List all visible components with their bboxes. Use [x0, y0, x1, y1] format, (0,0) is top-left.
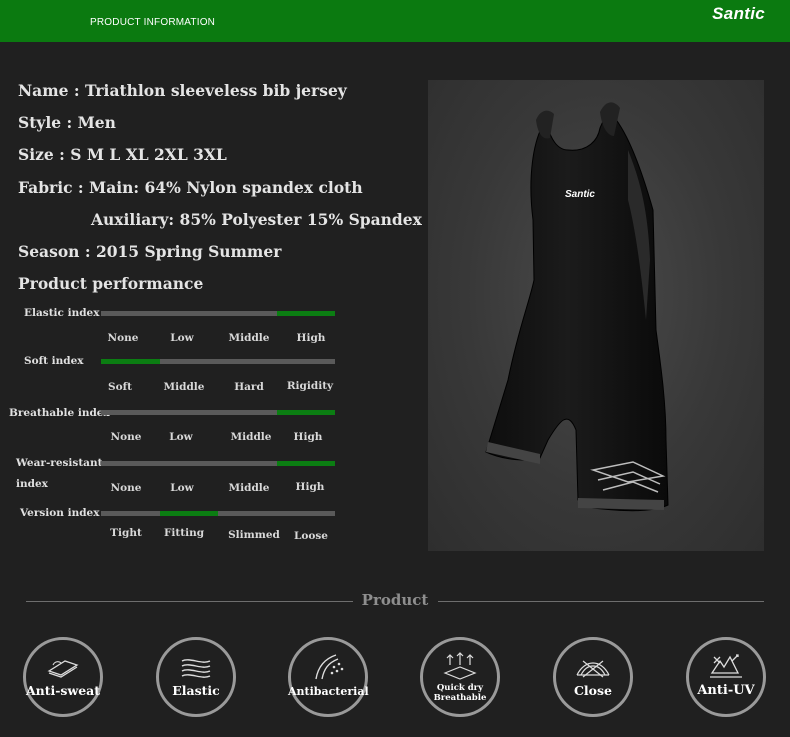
- close-fit-icon: [576, 660, 610, 678]
- feature-label: Quick dry Breathable: [420, 683, 500, 703]
- brand-logo[interactable]: Santic: [712, 4, 765, 24]
- perf-label-version: Version index: [20, 507, 100, 519]
- perf-tick: High: [296, 332, 326, 344]
- feature-label-line1: Quick dry: [436, 683, 484, 693]
- feature-antibacterial: Antibacterial: [288, 637, 369, 717]
- perf-tick: Fitting: [163, 527, 205, 539]
- anti-sweat-icon: [47, 660, 79, 678]
- spec-fabric-main: Fabric : Main: 64% Nylon spandex cloth: [18, 178, 363, 197]
- perf-tick: Soft: [108, 381, 132, 393]
- spec-style: Style : Men: [18, 113, 116, 132]
- anti-uv-icon: [710, 654, 742, 678]
- feature-close: Close: [553, 637, 633, 717]
- antibacterial-icon: [315, 654, 344, 680]
- perf-tick: Low: [170, 482, 194, 494]
- features-title: Product: [361, 591, 429, 609]
- perf-bar-fill: [276, 461, 335, 466]
- feature-label-line2: Breathable: [433, 693, 487, 703]
- perf-tick: Middle: [163, 381, 205, 393]
- perf-label-soft: Soft index: [24, 355, 84, 367]
- perf-tick: Middle: [230, 431, 272, 443]
- perf-bar-wear-resistant: [101, 461, 335, 466]
- performance-title: Product performance: [18, 274, 204, 293]
- chest-logo: Santic: [565, 189, 595, 200]
- perf-tick: Rigidity: [286, 380, 334, 392]
- perf-bar-version: [101, 511, 335, 516]
- spec-season: Season : 2015 Spring Summer: [18, 242, 282, 261]
- perf-tick: High: [293, 431, 323, 443]
- perf-tick: Hard: [234, 381, 264, 393]
- perf-tick: Low: [170, 332, 194, 344]
- spec-size: Size : S M L XL 2XL 3XL: [18, 145, 227, 164]
- feature-anti-uv: Anti-UV: [686, 637, 766, 717]
- perf-tick: Tight: [110, 527, 142, 539]
- product-photo: Santic: [428, 80, 764, 551]
- quick-dry-icon: [443, 652, 477, 680]
- perf-tick: High: [295, 481, 325, 493]
- perf-bar-fill: [276, 410, 335, 415]
- perf-tick: None: [107, 332, 139, 344]
- perf-tick: Slimmed: [228, 529, 280, 541]
- feature-label: Antibacterial: [288, 685, 369, 698]
- perf-tick: Loose: [294, 530, 328, 542]
- perf-bar-fill: [159, 511, 218, 516]
- feature-elastic: Elastic: [156, 637, 236, 717]
- perf-tick: None: [110, 431, 142, 443]
- feature-quick-dry: Quick dry Breathable: [420, 637, 500, 717]
- perf-label-wear-resistant: Wear-resistant: [16, 457, 103, 469]
- perf-bar-fill: [101, 359, 160, 364]
- perf-label-breathable: Breathable index: [9, 407, 110, 419]
- perf-bar-fill: [276, 311, 335, 316]
- feature-anti-sweat: Anti-sweat: [23, 637, 103, 717]
- spec-fabric-auxiliary: Auxiliary: 85% Polyester 15% Spandex: [91, 210, 422, 229]
- header-bar: PRODUCT INFORMATION Santic: [0, 0, 790, 42]
- perf-tick: None: [110, 482, 142, 494]
- feature-label: Elastic: [172, 683, 220, 698]
- perf-tick: Middle: [228, 482, 270, 494]
- spec-name: Name : Triathlon sleeveless bib jersey: [18, 81, 347, 100]
- elastic-icon: [181, 659, 211, 678]
- feature-label: Close: [573, 683, 613, 698]
- perf-bar-breathable: [101, 410, 335, 415]
- trisuit-image: Santic: [485, 102, 669, 512]
- perf-tick: Middle: [228, 332, 270, 344]
- page-title: PRODUCT INFORMATION: [90, 17, 216, 28]
- feature-label: Anti-UV: [697, 683, 755, 698]
- feature-label: Anti-sweat: [25, 683, 101, 698]
- perf-tick: Low: [169, 431, 193, 443]
- perf-label-wear-resistant-line2: index: [16, 478, 48, 490]
- perf-label-elastic: Elastic index: [24, 307, 100, 319]
- perf-bar-elastic: [101, 311, 335, 316]
- perf-bar-soft: [101, 359, 335, 364]
